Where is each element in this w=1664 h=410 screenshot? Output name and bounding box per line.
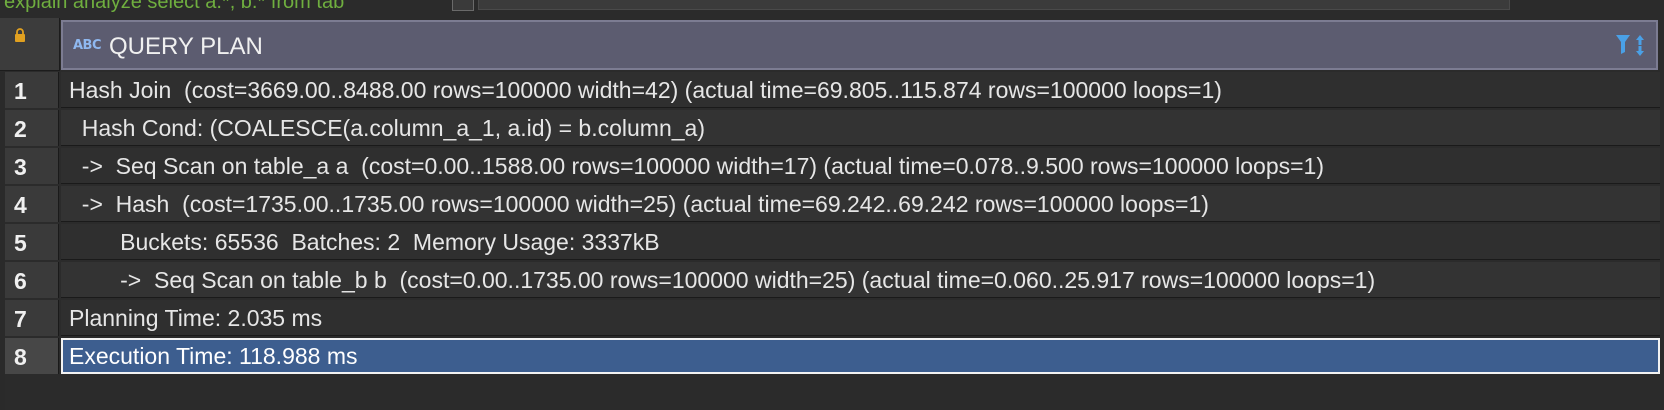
column-header-label: QUERY PLAN [109, 33, 263, 60]
filter-input[interactable] [478, 0, 1510, 10]
row-number[interactable]: 2 [5, 110, 59, 146]
lock-icon [15, 28, 25, 42]
row-number[interactable]: 6 [5, 262, 59, 298]
table-row[interactable]: 2 Hash Cond: (COALESCE(a.column_a_1, a.i… [0, 109, 1664, 147]
row-number[interactable]: 3 [5, 148, 59, 184]
row-number[interactable]: 1 [5, 72, 59, 108]
table-row[interactable]: 4 -> Hash (cost=1735.00..1735.00 rows=10… [0, 185, 1664, 223]
query-plan-cell[interactable]: Planning Time: 2.035 ms [61, 300, 1660, 336]
grid-header: ABC QUERY PLAN [0, 18, 1664, 71]
grid-corner[interactable] [0, 18, 60, 71]
query-plan-cell[interactable]: Hash Join (cost=3669.00..8488.00 rows=10… [61, 72, 1660, 108]
table-row[interactable]: 3 -> Seq Scan on table_a a (cost=0.00..1… [0, 147, 1664, 185]
query-plan-cell[interactable]: Buckets: 65536 Batches: 2 Memory Usage: … [61, 224, 1660, 260]
row-number[interactable]: 7 [5, 300, 59, 336]
table-row[interactable]: 5 Buckets: 65536 Batches: 2 Memory Usage… [0, 223, 1664, 261]
editor-strip: explain analyze select a.*, b.* from tab [0, 0, 1664, 14]
query-plan-cell[interactable]: Hash Cond: (COALESCE(a.column_a_1, a.id)… [61, 110, 1660, 146]
format-button[interactable] [452, 0, 474, 11]
query-plan-cell[interactable]: -> Hash (cost=1735.00..1735.00 rows=1000… [61, 186, 1660, 222]
query-plan-cell[interactable]: -> Seq Scan on table_a a (cost=0.00..158… [61, 148, 1660, 184]
row-number[interactable]: 4 [5, 186, 59, 222]
table-row[interactable]: 7 Planning Time: 2.035 ms [0, 299, 1664, 337]
sql-editor-line: explain analyze select a.*, b.* from tab [4, 0, 345, 13]
text-type-icon: ABC [73, 38, 102, 53]
row-number[interactable]: 8 [5, 338, 59, 374]
query-plan-cell[interactable]: Execution Time: 118.988 ms [61, 338, 1660, 374]
results-grid: ABC QUERY PLAN 1 Hash Join (cost=3669.00.… [0, 18, 1664, 410]
row-number[interactable]: 5 [5, 224, 59, 260]
table-row[interactable]: 1 Hash Join (cost=3669.00..8488.00 rows=1… [0, 71, 1664, 109]
filter-sort-icon[interactable] [1614, 32, 1650, 58]
sql-editor-text[interactable]: explain analyze select a.*, b.* from tab [4, 0, 344, 14]
table-row[interactable]: 6 -> Seq Scan on table_b b (cost=0.00..1… [0, 261, 1664, 299]
query-plan-cell[interactable]: -> Seq Scan on table_b b (cost=0.00..173… [61, 262, 1660, 298]
column-header-query-plan[interactable]: ABC QUERY PLAN [61, 20, 1658, 70]
table-row[interactable]: 8 Execution Time: 118.988 ms [0, 337, 1664, 375]
